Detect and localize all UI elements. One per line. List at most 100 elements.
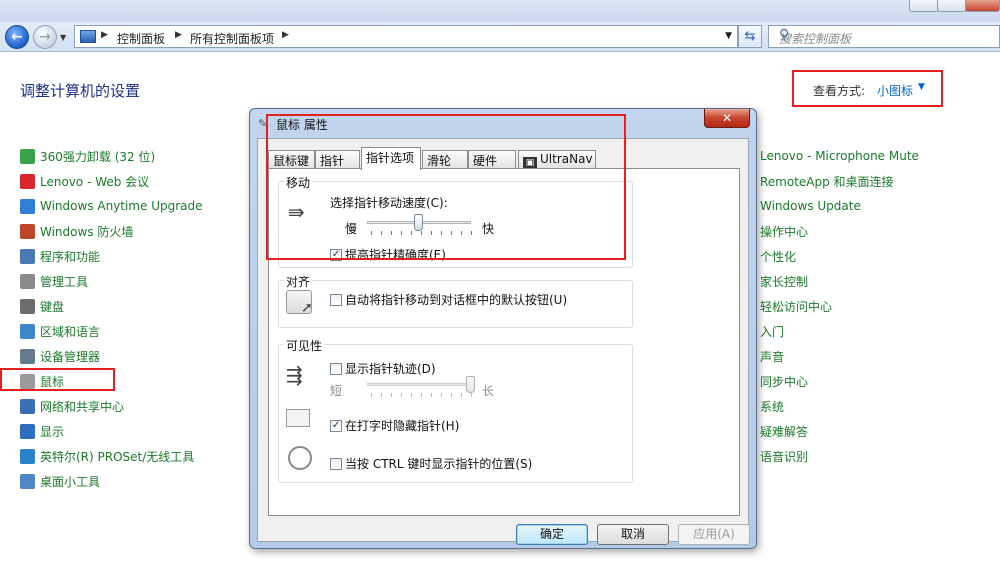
control-panel-icon xyxy=(80,30,96,43)
control-panel-item[interactable]: Windows 防火墙 xyxy=(20,222,133,240)
page-title: 调整计算机的设置 xyxy=(20,82,141,100)
globe-icon xyxy=(20,323,35,339)
lenovo-web-icon xyxy=(20,173,35,189)
control-panel-item[interactable]: 设备管理器 xyxy=(20,347,100,365)
show-location-label: 当按 CTRL 键时显示指针的位置(S) xyxy=(345,457,533,471)
control-panel-item[interactable]: 显示 xyxy=(20,422,64,440)
show-location-ctrl-checkbox[interactable]: 当按 CTRL 键时显示指针的位置(S) xyxy=(330,455,532,472)
highlight-box-mouse xyxy=(0,368,115,391)
control-panel-item-label: RemoteApp 和桌面连接 xyxy=(760,174,894,189)
control-panel-item[interactable]: 区域和语言 xyxy=(20,322,100,340)
forward-button[interactable]: → xyxy=(33,25,57,49)
control-panel-item-label: 声音 xyxy=(760,349,785,364)
hide-while-typing-icon xyxy=(286,409,310,427)
pointer-trails-checkbox[interactable]: 显示指针轨迹(D) xyxy=(330,360,436,377)
control-panel-item[interactable]: 入门 xyxy=(760,322,784,340)
control-panel-item[interactable]: 360强力卸载 (32 位) xyxy=(20,147,155,165)
control-panel-item[interactable]: 系统 xyxy=(760,397,784,415)
ctrl-locate-icon xyxy=(288,446,312,470)
control-panel-item-label: 语音识别 xyxy=(760,449,809,464)
refresh-button[interactable]: ⇆ xyxy=(738,25,762,48)
breadcrumb-separator-icon[interactable]: ▶ xyxy=(175,30,182,40)
control-panel-item-label: 程序和功能 xyxy=(40,249,101,264)
trails-slider-track[interactable] xyxy=(367,383,471,386)
control-panel-item-label: 英特尔(R) PROSet/无线工具 xyxy=(40,449,195,464)
control-panel-item[interactable]: 键盘 xyxy=(20,297,64,315)
breadcrumb-all-items[interactable]: 所有控制面板项 xyxy=(190,30,274,47)
control-panel-item-label: 疑难解答 xyxy=(760,424,809,439)
control-panel-item[interactable]: 同步中心 xyxy=(760,372,808,390)
control-panel-item-label: 操作中心 xyxy=(760,224,809,239)
control-panel-item-label: 设备管理器 xyxy=(40,349,101,364)
cancel-button[interactable]: 取消 xyxy=(597,524,669,545)
control-panel-item[interactable]: 疑难解答 xyxy=(760,422,808,440)
control-panel-item-label: Windows Update xyxy=(760,199,861,213)
refresh-icon: ⇆ xyxy=(744,29,756,44)
hide-while-typing-checkbox[interactable]: ✓ 在打字时隐藏指针(H) xyxy=(330,417,459,434)
control-panel-item[interactable]: 个性化 xyxy=(760,247,796,265)
control-panel-item-label: 网络和共享中心 xyxy=(40,399,125,414)
breadcrumb-separator-icon[interactable]: ▶ xyxy=(282,30,289,40)
control-panel-item[interactable]: Windows Update xyxy=(760,197,861,215)
control-panel-item-label: 键盘 xyxy=(40,299,65,314)
control-panel-item-label: 家长控制 xyxy=(760,274,809,289)
visibility-group: 可见性 ⇶ 显示指针轨迹(D) 短 长 ✓ 在打字时隐藏指针(H) 当按 CTR… xyxy=(278,337,633,483)
back-arrow-icon: ← xyxy=(11,29,23,45)
control-panel-item-label: 360强力卸载 (32 位) xyxy=(40,149,156,164)
checkbox-box xyxy=(330,362,342,375)
control-panel-item-label: Windows Anytime Upgrade xyxy=(40,199,203,213)
pointer-trails-label: 显示指针轨迹(D) xyxy=(345,362,436,376)
forward-arrow-icon: → xyxy=(39,29,51,45)
control-panel-item[interactable]: 操作中心 xyxy=(760,222,808,240)
control-panel-item-label: 个性化 xyxy=(760,249,797,264)
breadcrumb-separator-icon[interactable]: ▶ xyxy=(101,30,108,40)
maximize-button[interactable] xyxy=(937,0,967,12)
display-icon xyxy=(20,423,35,439)
tab-pointer-options[interactable]: 指针选项 xyxy=(361,147,421,170)
snap-to-default-checkbox[interactable]: 自动将指针移动到对话框中的默认按钮(U) xyxy=(330,291,567,308)
network-icon xyxy=(20,398,35,414)
dialog-close-button[interactable]: ✕ xyxy=(704,109,750,128)
control-panel-item[interactable]: 程序和功能 xyxy=(20,247,100,265)
control-panel-item[interactable]: Windows Anytime Upgrade xyxy=(20,197,203,215)
window-close-button[interactable] xyxy=(965,0,1000,12)
snap-group-label: 对齐 xyxy=(284,273,313,290)
minimize-button[interactable] xyxy=(909,0,939,12)
back-button[interactable]: ← xyxy=(5,25,29,49)
search-input[interactable]: 搜索控制面板 ⚲ xyxy=(768,25,1000,48)
snap-label: 自动将指针移动到对话框中的默认按钮(U) xyxy=(345,293,568,307)
breadcrumb-control-panel[interactable]: 控制面板 xyxy=(117,30,165,47)
history-dropdown-icon[interactable]: ▼ xyxy=(60,33,66,42)
control-panel-item[interactable]: 家长控制 xyxy=(760,272,808,290)
gadgets-icon xyxy=(20,473,35,489)
address-toolbar: ← → ▼ ▶ 控制面板 ▶ 所有控制面板项 ▶ ▼ ⇆ 搜索控制面板 ⚲ xyxy=(0,22,1000,52)
admin-tools-icon xyxy=(20,273,35,289)
highlight-box-motion xyxy=(266,114,626,260)
control-panel-item[interactable]: 桌面小工具 xyxy=(20,472,100,490)
search-icon[interactable]: ⚲ xyxy=(779,27,996,43)
trails-slider-ticks xyxy=(371,393,472,397)
control-panel-item[interactable]: RemoteApp 和桌面连接 xyxy=(760,172,894,190)
trails-slider-thumb[interactable] xyxy=(466,376,475,393)
windows-flag-icon xyxy=(20,198,35,214)
control-panel-item[interactable]: 声音 xyxy=(760,347,784,365)
control-panel-item[interactable]: Lenovo - Web 会议 xyxy=(20,172,149,190)
control-panel-item-label: 管理工具 xyxy=(40,274,89,289)
checkbox-box xyxy=(330,457,342,470)
control-panel-item[interactable]: 语音识别 xyxy=(760,447,808,465)
control-panel-item[interactable]: Lenovo - Microphone Mute xyxy=(760,147,919,165)
keyboard-icon xyxy=(20,298,35,314)
control-panel-item[interactable]: 轻松访问中心 xyxy=(760,297,832,315)
checkbox-box: ✓ xyxy=(330,419,342,432)
address-dropdown-icon[interactable]: ▼ xyxy=(725,31,732,41)
ok-button[interactable]: 确定 xyxy=(516,524,588,545)
firewall-icon xyxy=(20,223,35,239)
control-panel-item[interactable]: 英特尔(R) PROSet/无线工具 xyxy=(20,447,194,465)
control-panel-item[interactable]: 网络和共享中心 xyxy=(20,397,124,415)
control-panel-item[interactable]: 管理工具 xyxy=(20,272,88,290)
control-panel-item-label: Lenovo - Microphone Mute xyxy=(760,149,919,163)
visibility-group-label: 可见性 xyxy=(284,337,325,354)
apply-button[interactable]: 应用(A) xyxy=(678,524,750,545)
address-bar[interactable]: ▶ 控制面板 ▶ 所有控制面板项 ▶ ▼ xyxy=(74,25,738,48)
control-panel-item-label: 轻松访问中心 xyxy=(760,299,833,314)
